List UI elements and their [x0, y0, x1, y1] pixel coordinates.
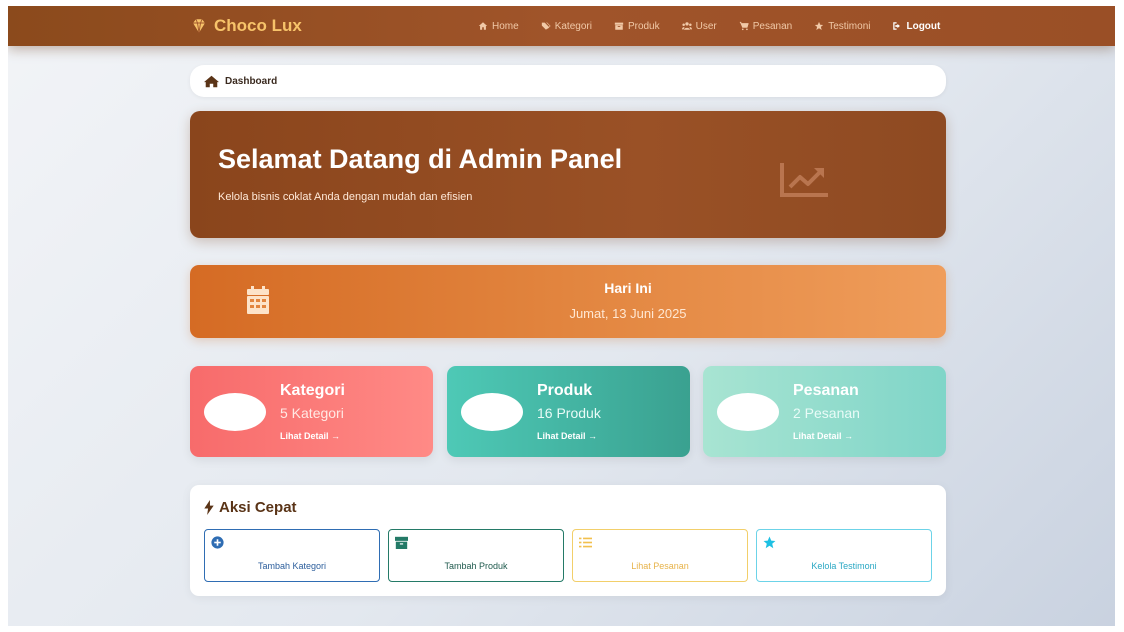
brand-logo[interactable]: Choco Lux — [190, 16, 302, 36]
stat-card-produk: Produk 16 Produk Lihat Detail → — [447, 366, 690, 457]
box-icon — [395, 536, 408, 549]
gem-icon — [193, 19, 205, 33]
stat-count: 2 Pesanan — [793, 405, 860, 421]
lihat-detail-produk-link[interactable]: Lihat Detail → — [537, 431, 597, 441]
star-icon — [763, 536, 776, 549]
stat-title: Produk — [537, 382, 593, 399]
lihat-detail-kategori-link[interactable]: Lihat Detail → — [280, 431, 340, 441]
nav-kategori[interactable]: Kategori — [541, 21, 592, 32]
nav-home[interactable]: Home — [478, 21, 519, 32]
tambah-kategori-button[interactable]: Tambah Kategori — [204, 529, 380, 582]
stat-card-pesanan: Pesanan 2 Pesanan Lihat Detail → — [703, 366, 946, 457]
home-icon — [478, 22, 488, 30]
stat-icon-placeholder — [461, 393, 523, 431]
quick-actions-title: Aksi Cepat — [204, 499, 297, 516]
cart-icon — [739, 21, 749, 31]
tambah-produk-label: Tambah Produk — [444, 561, 508, 571]
welcome-hero: Selamat Datang di Admin Panel Kelola bis… — [190, 111, 946, 238]
stat-title: Pesanan — [793, 382, 859, 399]
stat-card-kategori: Kategori 5 Kategori Lihat Detail → — [190, 366, 433, 457]
stat-title: Kategori — [280, 382, 345, 399]
breadcrumb-dashboard[interactable]: Dashboard — [225, 76, 277, 87]
nav-user[interactable]: User — [681, 20, 717, 32]
nav-pesanan[interactable]: Pesanan — [739, 21, 792, 32]
stat-count: 16 Produk — [537, 405, 601, 421]
nav-logout-label: Logout — [906, 20, 941, 32]
nav-kategori-label: Kategori — [554, 20, 592, 32]
bolt-icon — [204, 500, 214, 515]
chart-line-icon — [780, 163, 828, 197]
page: Choco Lux Home Kategori Produk User Pesa… — [8, 6, 1115, 626]
plus-circle-icon — [211, 536, 224, 549]
list-icon — [579, 537, 592, 548]
nav-produk[interactable]: Produk — [614, 21, 660, 32]
stat-icon-placeholder — [717, 393, 779, 431]
nav-testimoni[interactable]: Testimoni — [814, 21, 870, 32]
nav-home-label: Home — [492, 20, 519, 32]
stat-count: 5 Kategori — [280, 405, 344, 421]
brand-name: Choco Lux — [214, 16, 302, 35]
lihat-pesanan-label: Lihat Pesanan — [631, 561, 689, 571]
home-icon — [204, 75, 219, 87]
nav-logout[interactable]: Logout — [892, 21, 940, 32]
nav-links: Home Kategori Produk User Pesanan Testim… — [478, 6, 962, 46]
breadcrumb: Dashboard — [190, 65, 946, 97]
nav-pesanan-label: Pesanan — [752, 20, 793, 32]
lihat-detail-pesanan-link[interactable]: Lihat Detail → — [793, 431, 853, 441]
stat-icon-placeholder — [204, 393, 266, 431]
nav-user-label: User — [695, 20, 717, 32]
tambah-produk-button[interactable]: Tambah Produk — [388, 529, 564, 582]
logout-icon — [893, 22, 901, 30]
nav-produk-label: Produk — [627, 20, 660, 32]
today-title: Hari Ini — [604, 280, 652, 296]
hero-subtitle: Kelola bisnis coklat Anda dengan mudah d… — [218, 191, 473, 203]
star-icon — [815, 21, 824, 30]
quick-actions-label: Aksi Cepat — [219, 499, 297, 516]
today-card: Hari Ini Jumat, 13 Juni 2025 — [190, 265, 946, 338]
tambah-kategori-label: Tambah Kategori — [257, 561, 327, 571]
kelola-testimoni-button[interactable]: Kelola Testimoni — [756, 529, 932, 582]
nav-testimoni-label: Testimoni — [828, 20, 871, 32]
box-icon — [614, 22, 624, 30]
users-icon — [681, 22, 692, 30]
lihat-pesanan-button[interactable]: Lihat Pesanan — [572, 529, 748, 582]
tags-icon — [541, 22, 551, 30]
kelola-testimoni-label: Kelola Testimoni — [811, 561, 877, 571]
hero-title: Selamat Datang di Admin Panel — [218, 144, 623, 174]
quick-actions-panel: Aksi Cepat Tambah Kategori Tambah Produk — [190, 485, 946, 596]
today-date: Jumat, 13 Juni 2025 — [569, 306, 687, 321]
navbar: Choco Lux Home Kategori Produk User Pesa… — [8, 6, 1115, 46]
